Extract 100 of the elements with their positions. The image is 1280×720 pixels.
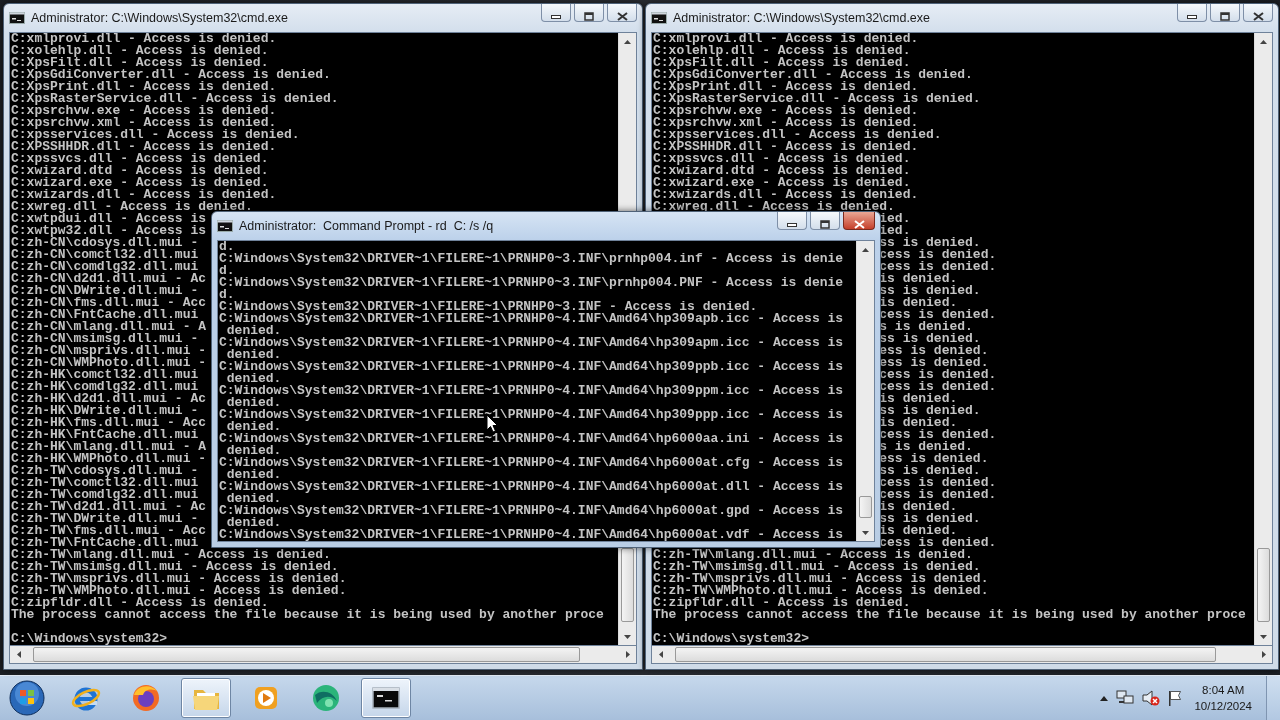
browser-icon [131, 683, 161, 713]
network-icon [1116, 690, 1135, 706]
console-line: C:zh-HK\comctl32.dll.mui [11, 367, 199, 382]
caret-right-icon [1261, 651, 1266, 658]
console-line: C:xwreg.dll - Access is denied. [653, 199, 895, 214]
maximize-button[interactable] [1210, 4, 1240, 22]
maximize-button[interactable] [574, 4, 604, 22]
caret-up-icon [624, 39, 631, 44]
console-line: C:zh-HK\mlang.dll.mui - A [11, 439, 207, 454]
console-line: denied. [226, 515, 282, 530]
scroll-thumb[interactable] [621, 548, 634, 622]
close-button[interactable] [607, 4, 637, 22]
console-line: C:zh-HK\DWrite.dll.mui - [11, 403, 199, 418]
console-line: C:xmlprovi.dll - Access is denied. [653, 31, 919, 46]
console-line: C:xwizards.dll - Access is denied. [11, 187, 277, 202]
close-icon [853, 220, 865, 229]
taskbar-button[interactable] [361, 678, 411, 718]
console-line: C:zh-CN\FntCache.dll.mui [11, 307, 199, 322]
scroll-thumb[interactable] [859, 496, 872, 518]
console-line: C:xwizard.exe - Access is denied. [11, 175, 269, 190]
console-line: C:zh-CN\DWrite.dll.mui - [11, 283, 199, 298]
close-icon [616, 12, 628, 21]
console-line: denied. [226, 467, 282, 482]
console-line: C:Windows\System32\DRIVER~1\FILERE~1\PRNHP0~3.INF\prnhp004.inf - Access is denie [219, 251, 844, 266]
console-line: C:zh-TW\fms.dll.mui - Acc [11, 523, 207, 538]
console-line: C:zh-TW\FntCache.dll.mui [11, 535, 199, 550]
console-line: C:zh-HK\FntCache.dll.mui [11, 427, 199, 442]
close-button[interactable] [1243, 4, 1273, 22]
minimize-button[interactable] [777, 212, 807, 230]
console-line: C:zh-TW\mlang.dll.mui - Access is denied. [653, 547, 973, 562]
console-line: C:zh-HK\comdlg32.dll.mui [11, 379, 199, 394]
console-line: C:Windows\System32\DRIVER~1\FILERE~1\PRNHP0~4.INF\Amd64\hp309ppm.icc - Access is [219, 383, 844, 398]
network-button[interactable] [1116, 690, 1135, 706]
caret-up-icon [1260, 39, 1267, 44]
console-line: denied. [226, 395, 282, 410]
minimize-button[interactable] [541, 4, 571, 22]
console-line: is denied. [879, 523, 958, 538]
console-icon [217, 220, 233, 232]
console-icon [9, 12, 25, 24]
minimize-button[interactable] [1177, 4, 1207, 22]
console-line: d. [219, 287, 235, 302]
console-line: is denied. [879, 499, 958, 514]
caret-down-icon [624, 634, 631, 639]
scroll-thumb[interactable] [1257, 548, 1270, 622]
console-line: C:xwizards.dll - Access is denied. [653, 187, 919, 202]
caret-up-icon [1100, 695, 1109, 701]
console-line: C:zh-TW\mlang.dll.mui - Access is denied. [11, 547, 331, 562]
minimize-icon [551, 14, 561, 19]
show-hidden-icons-button[interactable] [1100, 695, 1109, 701]
minimize-icon [787, 222, 797, 227]
console-line: C:xpssvcs.dll - Access is denied. [653, 151, 911, 166]
close-button[interactable] [843, 212, 875, 230]
console-line: C:zh-TW\cdosys.dll.mui - [11, 463, 199, 478]
console-line: C:Windows\System32\DRIVER~1\FILERE~1\PRNHP0~4.INF\Amd64\hp6000at.dll - Access is [219, 479, 844, 494]
console-line: denied. [226, 347, 282, 362]
console-line: C:Windows\System32\DRIVER~1\FILERE~1\PRNHP0~4.INF\Amd64\hp6000at.gpd - Access is [219, 503, 844, 518]
console-line: is denied. [879, 391, 958, 406]
scroll-thumb[interactable] [33, 647, 580, 662]
close-icon [1252, 12, 1264, 21]
console-line: C:zh-TW\comdlg32.dll.mui [11, 487, 199, 502]
console-line: C:xpssvcs.dll - Access is denied. [11, 151, 269, 166]
scroll-thumb[interactable] [675, 647, 1217, 662]
caret-left-icon [658, 651, 663, 658]
console-line: C:xwreg.dll - Access is denied. [11, 199, 253, 214]
console-line: d. [219, 263, 235, 278]
console-line: is denied. [879, 415, 958, 430]
caret-up-icon [862, 247, 869, 252]
speaker-icon [1142, 690, 1161, 706]
console-line: denied. [226, 371, 282, 386]
console-line: C:zh-CN\comdlg32.dll.mui [11, 259, 199, 274]
window-title: Administrator: C:\Windows\System32\cmd.exe [31, 11, 290, 25]
console-line: denied. [226, 419, 282, 434]
action-center-button[interactable] [1168, 690, 1183, 706]
caret-left-icon [16, 651, 21, 658]
console-line: ied. [879, 211, 911, 226]
console-line: ied. [879, 223, 911, 238]
console-line: C:Windows\System32\DRIVER~1\FILERE~1\PRNHP0~4.INF\Amd64\hp6000at.cfg - Access is [219, 455, 844, 470]
console-line: is denied. [879, 295, 958, 310]
clock-time: 8:04 AM [1202, 683, 1245, 698]
console-line: C:xwizard.exe - Access is denied. [653, 175, 911, 190]
command-prompt: C:\Windows\system32> [653, 631, 810, 646]
caret-down-icon [862, 530, 869, 535]
clock-date: 10/12/2024 [1194, 699, 1252, 714]
console-line: C:zh-TW\DWrite.dll.mui - [11, 511, 199, 526]
console-line: C:Windows\System32\DRIVER~1\FILERE~1\PRNHP0~3.INF\prnhp004.PNF - Access is denie [219, 275, 844, 290]
maximize-button[interactable] [810, 212, 840, 230]
console-line: C:zh-HK\fms.dll.mui - Acc [11, 415, 207, 430]
window-title: Administrator: C:\Windows\System32\cmd.exe [673, 11, 932, 25]
console-line: C:zh-CN\fms.dll.mui - Acc [11, 295, 207, 310]
console-line: C:Windows\System32\DRIVER~1\FILERE~1\PRNHP0~3.INF - Access is denied. [219, 299, 758, 314]
console-line: denied. [226, 323, 282, 338]
console-line: C:xmlprovi.dll - Access is denied. [11, 31, 277, 46]
console-line: C:Windows\System32\DRIVER~1\FILERE~1\PRNHP0~4.INF\Amd64\hp6000at.vdf - Access is [219, 527, 844, 542]
caret-right-icon [625, 651, 630, 658]
start-orb-icon [8, 679, 46, 717]
maximize-icon [1220, 12, 1230, 21]
flag-icon [1168, 690, 1183, 706]
volume-button[interactable] [1142, 690, 1161, 706]
console-line: is denied. [879, 271, 958, 286]
console-line: C:Windows\System32\DRIVER~1\FILERE~1\PRNHP0~4.INF\Amd64\hp6000aa.ini - Access is [219, 431, 844, 446]
